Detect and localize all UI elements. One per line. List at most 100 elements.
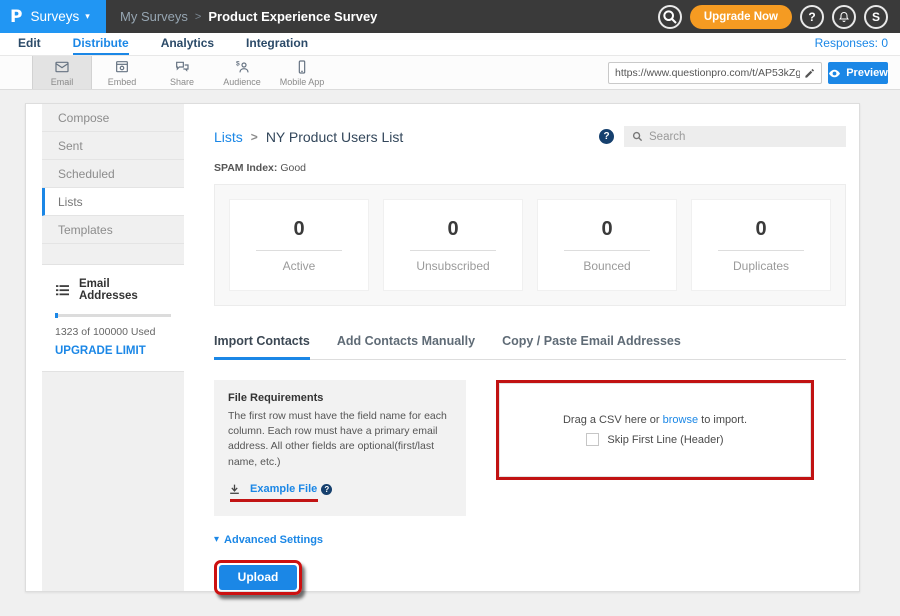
search-button[interactable] [658, 5, 682, 29]
questionpro-logo: P [10, 7, 22, 27]
download-icon[interactable] [228, 483, 241, 496]
stat-label: Bounced [583, 259, 630, 273]
channel-email[interactable]: Email [32, 56, 92, 89]
example-file-help-button[interactable]: ? [321, 484, 332, 495]
top-navbar: P Surveys ▾ My Surveys > Product Experie… [0, 0, 900, 33]
sidebar-item-templates[interactable]: Templates [42, 216, 184, 244]
caret-down-icon: ▾ [214, 534, 219, 545]
user-avatar[interactable]: S [864, 5, 888, 29]
preview-button[interactable]: Preview [828, 62, 888, 84]
browse-link[interactable]: browse [663, 414, 698, 426]
channel-embed[interactable]: Embed [92, 56, 152, 89]
advanced-settings-toggle[interactable]: ▾ Advanced Settings [214, 534, 846, 546]
search-input[interactable] [649, 131, 838, 143]
file-requirements-box: File Requirements The first row must hav… [214, 380, 466, 516]
csv-dropzone[interactable]: Drag a CSV here or browse to import. Ski… [499, 383, 811, 477]
email-addresses-title: Email Addresses [79, 278, 171, 302]
contact-search-box[interactable] [624, 126, 846, 147]
channel-share[interactable]: Share [152, 56, 212, 89]
tab-integration[interactable]: Integration [246, 36, 308, 53]
file-requirements-title: File Requirements [228, 392, 452, 404]
stat-card-bounced: 0 Bounced [537, 199, 677, 291]
spam-index-label: SPAM Index: [214, 162, 277, 174]
sidebar-item-scheduled[interactable]: Scheduled [42, 160, 184, 188]
upload-button[interactable]: Upload [219, 565, 297, 590]
list-name: NY Product Users List [266, 129, 403, 145]
search-icon [632, 131, 643, 142]
sidebar-item-compose[interactable]: Compose [42, 104, 184, 132]
page-title: Product Experience Survey [208, 9, 377, 24]
contact-tabs: Import Contacts Add Contacts Manually Co… [214, 334, 846, 360]
stat-value: 0 [293, 218, 304, 241]
help-button[interactable]: ? [800, 5, 824, 29]
caret-down-icon: ▾ [85, 11, 90, 22]
channel-label: Share [170, 77, 194, 87]
question-mark-icon: ? [808, 10, 815, 24]
divider [564, 250, 650, 251]
survey-url-field[interactable]: https://www.questionpro.com/t/AP53kZgfo [608, 62, 822, 84]
tab-edit[interactable]: Edit [18, 36, 41, 53]
distribute-toolbar: Email Embed Share $ Audience Mobile App … [0, 55, 900, 90]
divider [256, 250, 342, 251]
audience-icon: $ [234, 59, 250, 75]
stat-label: Unsubscribed [416, 259, 489, 273]
channel-label: Mobile App [280, 77, 325, 87]
skip-first-line-checkbox[interactable] [586, 433, 599, 446]
upgrade-limit-link[interactable]: UPGRADE LIMIT [55, 345, 171, 357]
sidebar-menu: Compose Sent Scheduled Lists Templates [42, 104, 184, 265]
question-mark-icon: ? [324, 485, 329, 494]
sidebar-spacer [42, 244, 184, 264]
tab-distribute[interactable]: Distribute [73, 36, 129, 55]
dropzone-text-after: to import. [698, 414, 747, 426]
stat-card-unsubscribed: 0 Unsubscribed [383, 199, 523, 291]
sidebar-item-sent[interactable]: Sent [42, 132, 184, 160]
list-icon [55, 284, 70, 297]
lists-breadcrumb-link[interactable]: Lists [214, 129, 243, 145]
example-file-link[interactable]: Example File [250, 483, 317, 495]
survey-subnav: Edit Distribute Analytics Integration Re… [0, 33, 900, 55]
skip-first-line-label: Skip First Line (Header) [607, 434, 723, 446]
stat-card-duplicates: 0 Duplicates [691, 199, 831, 291]
tab-copy-paste-email-addresses[interactable]: Copy / Paste Email Addresses [502, 334, 681, 359]
breadcrumb-my-surveys[interactable]: My Surveys [120, 9, 188, 24]
divider [718, 250, 804, 251]
tab-import-contacts[interactable]: Import Contacts [214, 334, 310, 360]
list-help-button[interactable]: ? [599, 129, 614, 144]
usage-text: 1323 of 100000 Used [55, 326, 171, 338]
stat-value: 0 [601, 218, 612, 241]
email-addresses-widget: Email Addresses 1323 of 100000 Used UPGR… [42, 265, 184, 371]
annotation-example-file-underline [230, 499, 318, 502]
channel-mobile-app[interactable]: Mobile App [272, 56, 332, 89]
sidebar-item-lists[interactable]: Lists [42, 188, 184, 216]
file-requirements-body: The first row must have the field name f… [228, 409, 452, 470]
edit-url-icon[interactable] [804, 68, 815, 79]
breadcrumb-separator-icon: > [195, 11, 201, 23]
mobile-app-icon [294, 59, 310, 75]
tab-add-contacts-manually[interactable]: Add Contacts Manually [337, 334, 475, 359]
tab-analytics[interactable]: Analytics [161, 36, 214, 53]
upgrade-now-button[interactable]: Upgrade Now [690, 5, 792, 29]
breadcrumb-separator-icon: > [251, 130, 258, 144]
notifications-button[interactable] [832, 5, 856, 29]
usage-progress-fill [55, 313, 58, 318]
share-icon [174, 59, 190, 75]
dropzone-instructions: Drag a CSV here or browse to import. [563, 414, 747, 426]
survey-url: https://www.questionpro.com/t/AP53kZgfo [615, 67, 800, 79]
surveys-product-menu[interactable]: P Surveys ▾ [0, 0, 106, 33]
preview-label: Preview [846, 67, 888, 79]
email-sidebar: Compose Sent Scheduled Lists Templates E… [42, 104, 184, 591]
svg-text:$: $ [236, 60, 240, 67]
channel-label: Audience [223, 77, 261, 87]
stat-value: 0 [755, 218, 766, 241]
stat-label: Active [283, 259, 316, 273]
list-header: Lists > NY Product Users List ? [214, 126, 846, 147]
divider [410, 250, 496, 251]
annotation-upload-highlight: Upload [214, 560, 302, 595]
embed-icon [114, 59, 130, 75]
dropzone-text-before: Drag a CSV here or [563, 414, 663, 426]
channel-audience[interactable]: $ Audience [212, 56, 272, 89]
stat-label: Duplicates [733, 259, 789, 273]
usage-progress-bar [55, 314, 171, 317]
responses-count[interactable]: Responses: 0 [815, 36, 888, 50]
product-label: Surveys [30, 9, 79, 24]
